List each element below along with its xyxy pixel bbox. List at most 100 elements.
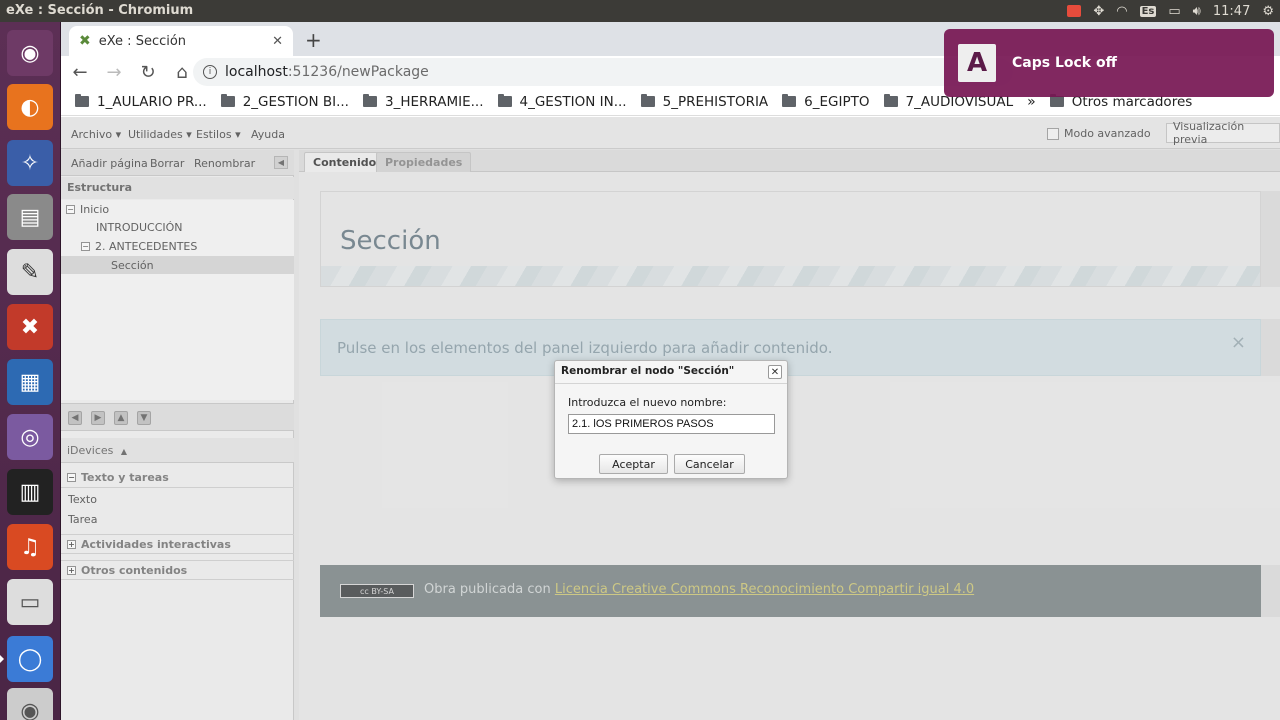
expand-icon: +: [67, 539, 76, 549]
folder-icon: [1049, 94, 1064, 107]
rename-dialog: Renombrar el nodo "Sección" ✕ Introduzca…: [554, 360, 788, 479]
system-tools-icon[interactable]: ✖: [7, 304, 53, 350]
left-panel: Añadir página Borrar Renombrar ◀ Estruct…: [61, 150, 294, 720]
bookmark-folder[interactable]: 2_GESTION BI...: [220, 94, 349, 110]
bookmark-folder[interactable]: 4_GESTION IN...: [497, 94, 627, 110]
video-editor-icon[interactable]: ▥: [7, 469, 53, 515]
license-footer: cc BY-SA Obra publicada con Licencia Cre…: [320, 565, 1261, 617]
ubuntu-dash-icon[interactable]: ◉: [7, 30, 53, 76]
bookmark-folder[interactable]: 6_EGIPTO: [782, 94, 870, 110]
cc-license-badge: cc BY-SA: [340, 584, 414, 598]
menu-estilos[interactable]: Estilos ▾: [196, 128, 241, 141]
tree-node-inicio[interactable]: − Inicio: [66, 200, 109, 218]
browser-tab[interactable]: ✖ eXe : Sección ✕: [69, 26, 293, 56]
keyboard-layout-indicator[interactable]: Es: [1139, 5, 1157, 17]
advanced-mode-label: Modo avanzado: [1064, 127, 1151, 140]
idevices-header[interactable]: iDevices ▲: [61, 438, 294, 463]
wizard-app-icon[interactable]: ✧: [7, 140, 53, 186]
tab-title: eXe : Sección: [98, 33, 187, 49]
settings-gear-icon[interactable]: ⚙: [1262, 4, 1274, 19]
tree-node-seccion[interactable]: Sección: [61, 256, 294, 274]
advanced-mode-toggle[interactable]: Modo avanzado: [1047, 127, 1151, 140]
cancel-button[interactable]: Cancelar: [674, 454, 745, 474]
structure-toolbar: Añadir página Borrar Renombrar ◀: [61, 150, 294, 176]
idevice-texto[interactable]: Texto: [68, 493, 97, 506]
folder-icon: [220, 94, 235, 107]
writer-icon[interactable]: ▦: [7, 359, 53, 405]
folder-icon: [640, 94, 655, 107]
bookmark-folder[interactable]: 3_HERRAMIE...: [362, 94, 484, 110]
move-down-icon[interactable]: ▼: [137, 411, 151, 425]
unity-launcher: ◉ ◐ ✧ ▤ ✎ ✖ ▦ ◎ ▥ ♫ ▭ ◯ ◉: [0, 22, 61, 720]
right-edge: [1261, 565, 1280, 617]
idevice-group-otros[interactable]: + Otros contenidos: [61, 560, 294, 580]
caps-lock-notification: A Caps Lock off: [944, 29, 1274, 97]
license-link[interactable]: Licencia Creative Commons Reconocimiento…: [555, 582, 974, 597]
screen-recorder-icon[interactable]: [1067, 5, 1082, 17]
media-burner-icon[interactable]: ◎: [7, 414, 53, 460]
bookmark-folder[interactable]: 5_PREHISTORIA: [640, 94, 768, 110]
add-page-button[interactable]: Añadir página: [71, 157, 148, 170]
move-up-icon[interactable]: ▲: [114, 411, 128, 425]
advanced-mode-checkbox[interactable]: [1047, 127, 1059, 140]
info-message: Pulse en los elementos del panel izquier…: [337, 339, 833, 357]
exe-favicon-icon: ✖: [79, 33, 91, 49]
site-info-icon[interactable]: i: [203, 65, 217, 79]
tree-node-introduccion[interactable]: INTRODUCCIÓN: [96, 218, 183, 236]
move-left-icon[interactable]: ◀: [68, 411, 82, 425]
file-manager-icon[interactable]: ▤: [7, 194, 53, 240]
dropbox-icon[interactable]: ✥: [1093, 4, 1104, 19]
wifi-icon[interactable]: ◠: [1116, 4, 1127, 19]
tree-node-antecedentes[interactable]: − 2. ANTECEDENTES: [81, 237, 197, 255]
system-tray: ✥ ◠ Es ▭ 🔊︎ 11:47 ⚙: [1067, 0, 1274, 22]
content-tabs: Contenido Propiedades: [299, 150, 1280, 172]
structure-title: Estructura: [61, 177, 294, 199]
folder-icon: [782, 94, 797, 107]
url-path: :51236/newPackage: [287, 64, 429, 80]
bookmark-folder[interactable]: 1_AULARIO PR...: [75, 94, 207, 110]
folder-icon: [75, 94, 89, 107]
firefox-icon[interactable]: ◐: [7, 84, 53, 130]
collapse-icon[interactable]: −: [66, 204, 75, 214]
tab-close-icon[interactable]: ✕: [272, 34, 283, 49]
clock[interactable]: 11:47: [1213, 4, 1250, 19]
exe-menu-bar: Archivo ▾ Utilidades ▾ Estilos ▾ Ayuda M…: [61, 117, 1280, 149]
expand-icon: +: [67, 565, 76, 575]
text-editor-icon[interactable]: ✎: [7, 249, 53, 295]
new-name-label: Introduzca el nuevo nombre:: [568, 396, 727, 409]
url-host: localhost: [225, 64, 288, 80]
preview-button[interactable]: Visualización previa: [1166, 120, 1280, 146]
caps-lock-icon: A: [958, 44, 996, 82]
chromium-icon[interactable]: ◯: [0, 636, 53, 682]
back-arrow-icon[interactable]: ←: [65, 62, 95, 83]
caps-lock-message: Caps Lock off: [1012, 55, 1117, 71]
menu-ayuda[interactable]: Ayuda: [251, 128, 285, 141]
collapse-icon[interactable]: −: [81, 241, 90, 251]
new-tab-button[interactable]: +: [305, 28, 322, 52]
rename-button[interactable]: Renombrar: [194, 157, 255, 170]
window-title: eXe : Sección - Chromium: [6, 3, 194, 18]
address-bar[interactable]: i localhost:51236/newPackage: [193, 58, 1013, 86]
idevice-group-actividades[interactable]: + Actividades interactivas: [61, 534, 294, 554]
app-window-icon[interactable]: ▭: [7, 579, 53, 625]
idevice-group-texto-tareas[interactable]: − Texto y tareas: [61, 468, 294, 488]
battery-icon[interactable]: ▭: [1168, 4, 1180, 19]
new-name-input[interactable]: [568, 414, 775, 434]
audacity-icon[interactable]: ♫: [7, 524, 53, 570]
forward-arrow-icon[interactable]: →: [99, 62, 129, 83]
tab-propiedades[interactable]: Propiedades: [376, 152, 472, 172]
close-icon[interactable]: ✕: [768, 365, 782, 379]
accept-button[interactable]: Aceptar: [599, 454, 668, 474]
volume-icon[interactable]: 🔊︎: [1193, 4, 1201, 19]
menu-archivo[interactable]: Archivo ▾: [71, 128, 121, 141]
menu-utilidades[interactable]: Utilidades ▾: [128, 128, 192, 141]
close-icon[interactable]: ×: [1231, 332, 1246, 353]
collapse-panel-icon[interactable]: ◀: [274, 156, 288, 169]
reload-icon[interactable]: ↻: [133, 62, 163, 83]
move-right-icon[interactable]: ▶: [91, 411, 105, 425]
tab-contenido[interactable]: Contenido: [304, 152, 386, 172]
disc-icon[interactable]: ◉: [7, 688, 53, 720]
idevice-tarea[interactable]: Tarea: [68, 513, 97, 526]
sort-arrow-icon: ▲: [120, 447, 128, 456]
delete-button[interactable]: Borrar: [150, 157, 184, 170]
